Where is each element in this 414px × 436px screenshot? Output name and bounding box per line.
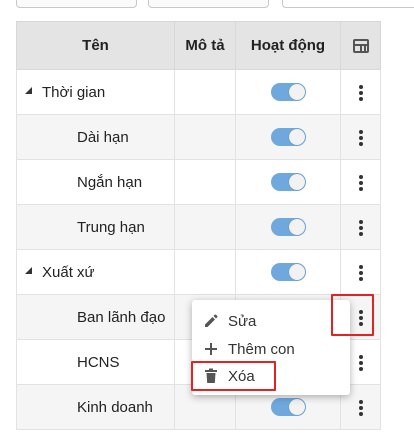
menu-item-label: Thêm con <box>228 340 295 358</box>
description-cell <box>174 69 236 115</box>
table-row: Thời gian <box>16 69 381 115</box>
name-cell: Ngắn hạn <box>16 159 175 205</box>
more-cell <box>340 114 381 160</box>
more-cell <box>340 204 381 250</box>
column-settings-button[interactable] <box>340 21 381 70</box>
toolbar-button-1[interactable] <box>16 0 137 8</box>
menu-item-add-child[interactable]: Thêm con <box>192 335 350 363</box>
active-toggle[interactable] <box>270 128 306 147</box>
plus-icon <box>202 340 220 358</box>
more-cell <box>340 159 381 205</box>
toggle-knob <box>288 174 305 191</box>
row-name: Xuất xứ <box>42 263 95 281</box>
name-cell: Thời gian <box>16 69 175 115</box>
description-cell <box>174 249 236 295</box>
highlight-delete-item <box>191 361 276 391</box>
name-cell: Ban lãnh đạo <box>16 294 175 340</box>
header-name[interactable]: Tên <box>16 21 175 70</box>
header-description[interactable]: Mô tả <box>174 21 236 70</box>
table-row: Dài hạn <box>16 114 381 160</box>
name-cell: Dài hạn <box>16 114 175 160</box>
name-cell: Kinh doanh <box>16 384 175 430</box>
more-vert-icon[interactable] <box>358 354 363 371</box>
expanded-arrow-icon[interactable] <box>25 87 32 95</box>
active-toggle[interactable] <box>270 173 306 192</box>
table-header-row: Tên Mô tả Hoạt động <box>16 21 381 70</box>
description-cell <box>174 204 236 250</box>
active-cell <box>235 249 341 295</box>
more-cell <box>340 69 381 115</box>
active-toggle[interactable] <box>270 398 306 417</box>
toggle-knob <box>288 399 305 416</box>
header-active[interactable]: Hoạt động <box>235 21 341 70</box>
table-columns-icon <box>352 39 369 54</box>
name-cell: HCNS <box>16 339 175 385</box>
table-row: Trung hạn <box>16 204 381 250</box>
menu-item-label: Sửa <box>228 312 257 330</box>
more-cell <box>340 249 381 295</box>
toggle-knob <box>288 219 305 236</box>
active-cell <box>235 114 341 160</box>
toolbar-button-2[interactable] <box>148 0 269 8</box>
table-row: Ngắn hạn <box>16 159 381 205</box>
active-cell <box>235 159 341 205</box>
highlight-more-button <box>331 294 374 336</box>
expanded-arrow-icon[interactable] <box>25 267 32 275</box>
description-cell <box>174 114 236 160</box>
toggle-knob <box>288 264 305 281</box>
toggle-knob <box>288 84 305 101</box>
table-row: Xuất xứ <box>16 249 381 295</box>
menu-item-edit[interactable]: Sửa <box>192 307 350 335</box>
row-name: Thời gian <box>42 83 106 101</box>
more-vert-icon[interactable] <box>358 219 363 236</box>
name-cell: Xuất xứ <box>16 249 175 295</box>
more-vert-icon[interactable] <box>358 174 363 191</box>
description-cell <box>174 159 236 205</box>
more-vert-icon[interactable] <box>358 84 363 101</box>
toggle-knob <box>288 129 305 146</box>
active-cell <box>235 204 341 250</box>
active-toggle[interactable] <box>270 83 306 102</box>
active-toggle[interactable] <box>270 218 306 237</box>
active-toggle[interactable] <box>270 263 306 282</box>
more-vert-icon[interactable] <box>358 264 363 281</box>
more-vert-icon[interactable] <box>358 129 363 146</box>
name-cell: Trung hạn <box>16 204 175 250</box>
active-cell <box>235 69 341 115</box>
pencil-icon <box>202 312 220 330</box>
more-vert-icon[interactable] <box>358 399 363 416</box>
toolbar-search-input[interactable] <box>282 0 414 8</box>
